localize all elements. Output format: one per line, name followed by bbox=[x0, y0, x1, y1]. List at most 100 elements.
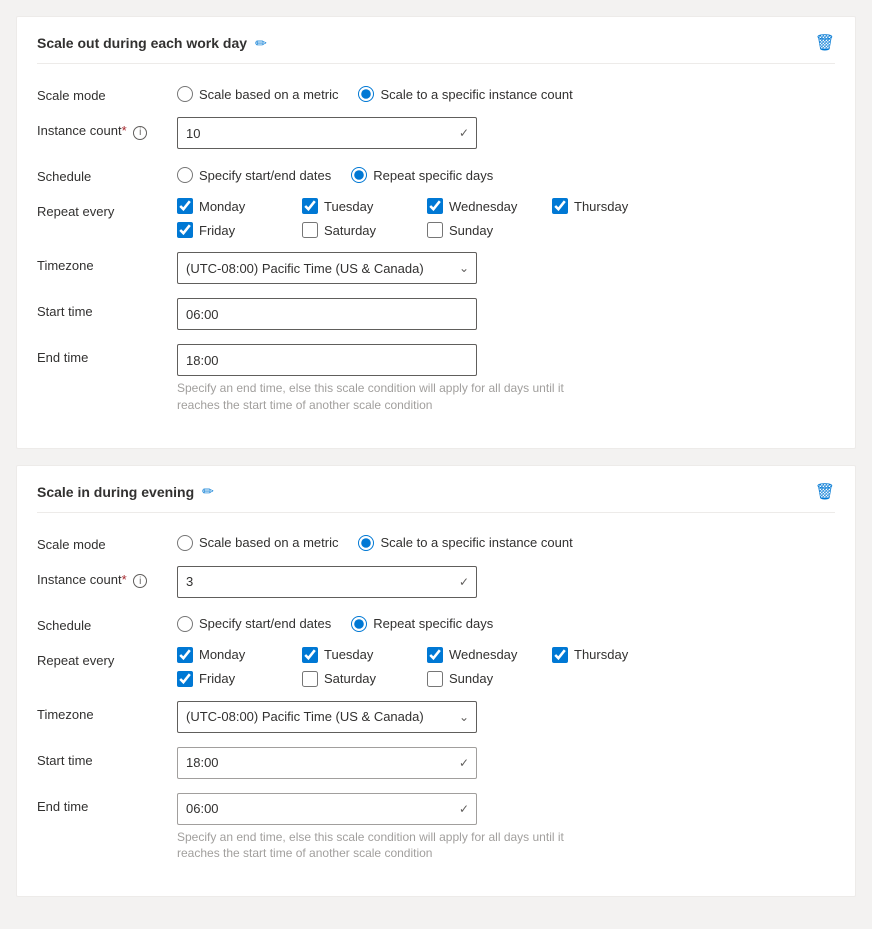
repeat-days-label-2: Repeat specific days bbox=[373, 616, 493, 631]
specify-dates-radio-2[interactable]: Specify start/end dates bbox=[177, 616, 331, 632]
card-title-group-1: Scale out during each work day ✏ bbox=[37, 35, 267, 52]
info-icon-1[interactable]: i bbox=[133, 126, 147, 140]
scale-mode-label-1: Scale mode bbox=[37, 82, 177, 103]
repeat-days-radio-2[interactable]: Repeat specific days bbox=[351, 616, 493, 632]
timezone-label-1: Timezone bbox=[37, 252, 177, 273]
instance-count-select-wrapper-2: 3 ✓ bbox=[177, 566, 477, 598]
start-time-row-2: Start time 18:00 ✓ bbox=[37, 747, 835, 779]
day-tuesday-2[interactable]: Tuesday bbox=[302, 647, 427, 663]
start-time-input-1[interactable] bbox=[177, 298, 477, 330]
scale-instance-radio-2[interactable]: Scale to a specific instance count bbox=[358, 535, 572, 551]
scale-mode-control-2: Scale based on a metric Scale to a speci… bbox=[177, 531, 835, 551]
start-time-label-2: Start time bbox=[37, 747, 177, 768]
start-time-row-1: Start time bbox=[37, 298, 835, 330]
repeat-every-control-1: Monday Tuesday Wednesday Thursday Friday bbox=[177, 198, 835, 238]
day-wednesday-1[interactable]: Wednesday bbox=[427, 198, 552, 214]
timezone-control-1: (UTC-08:00) Pacific Time (US & Canada) ⌄ bbox=[177, 252, 835, 284]
instance-count-row-1: Instance count* i 10 ✓ bbox=[37, 117, 835, 149]
delete-icon-1[interactable]: 🗑 bbox=[815, 33, 835, 53]
day-friday-2[interactable]: Friday bbox=[177, 671, 302, 687]
hint-text-1: Specify an end time, else this scale con… bbox=[177, 380, 577, 414]
timezone-control-2: (UTC-08:00) Pacific Time (US & Canada) ⌄ bbox=[177, 701, 835, 733]
instance-count-label-1: Instance count* i bbox=[37, 117, 177, 140]
end-time-label-1: End time bbox=[37, 344, 177, 365]
days-grid-2: Monday Tuesday Wednesday Thursday Friday bbox=[177, 647, 677, 687]
end-time-control-2: 06:00 ✓ Specify an end time, else this s… bbox=[177, 793, 835, 863]
card-header-2: Scale in during evening ✏ 🗑 bbox=[37, 482, 835, 513]
timezone-select-1[interactable]: (UTC-08:00) Pacific Time (US & Canada) bbox=[177, 252, 477, 284]
timezone-row-2: Timezone (UTC-08:00) Pacific Time (US & … bbox=[37, 701, 835, 733]
end-time-label-2: End time bbox=[37, 793, 177, 814]
delete-icon-2[interactable]: 🗑 bbox=[815, 482, 835, 502]
repeat-every-row-1: Repeat every Monday Tuesday Wednesday Th… bbox=[37, 198, 835, 238]
scale-mode-label-2: Scale mode bbox=[37, 531, 177, 552]
card-title-1: Scale out during each work day bbox=[37, 35, 247, 51]
card-title-group-2: Scale in during evening ✏ bbox=[37, 483, 214, 500]
scale-metric-label-2: Scale based on a metric bbox=[199, 535, 338, 550]
day-wednesday-2[interactable]: Wednesday bbox=[427, 647, 552, 663]
day-saturday-2[interactable]: Saturday bbox=[302, 671, 427, 687]
edit-icon-1[interactable]: ✏ bbox=[255, 35, 267, 52]
instance-count-select-2[interactable]: 3 bbox=[177, 566, 477, 598]
start-time-control-1 bbox=[177, 298, 835, 330]
card-scale-in: Scale in during evening ✏ 🗑 Scale mode S… bbox=[16, 465, 856, 898]
instance-count-select-1[interactable]: 10 bbox=[177, 117, 477, 149]
end-time-select-2[interactable]: 06:00 bbox=[177, 793, 477, 825]
day-friday-1[interactable]: Friday bbox=[177, 222, 302, 238]
specify-dates-label-2: Specify start/end dates bbox=[199, 616, 331, 631]
end-time-input-1[interactable] bbox=[177, 344, 477, 376]
scale-mode-control-1: Scale based on a metric Scale to a speci… bbox=[177, 82, 835, 102]
timezone-label-2: Timezone bbox=[37, 701, 177, 722]
day-saturday-1[interactable]: Saturday bbox=[302, 222, 427, 238]
schedule-label-1: Schedule bbox=[37, 163, 177, 184]
days-grid-1: Monday Tuesday Wednesday Thursday Friday bbox=[177, 198, 677, 238]
end-time-select-wrapper-2: 06:00 ✓ bbox=[177, 793, 477, 825]
repeat-every-control-2: Monday Tuesday Wednesday Thursday Friday bbox=[177, 647, 835, 687]
repeat-days-label-1: Repeat specific days bbox=[373, 168, 493, 183]
day-sunday-2[interactable]: Sunday bbox=[427, 671, 552, 687]
day-tuesday-1[interactable]: Tuesday bbox=[302, 198, 427, 214]
scale-instance-label-1: Scale to a specific instance count bbox=[380, 87, 572, 102]
day-thursday-1[interactable]: Thursday bbox=[552, 198, 677, 214]
scale-instance-label-2: Scale to a specific instance count bbox=[380, 535, 572, 550]
scale-mode-row-1: Scale mode Scale based on a metric Scale… bbox=[37, 82, 835, 103]
end-time-row-2: End time 06:00 ✓ Specify an end time, el… bbox=[37, 793, 835, 863]
hint-text-2: Specify an end time, else this scale con… bbox=[177, 829, 577, 863]
specify-dates-label-1: Specify start/end dates bbox=[199, 168, 331, 183]
instance-count-label-2: Instance count* i bbox=[37, 566, 177, 589]
end-time-row-1: End time Specify an end time, else this … bbox=[37, 344, 835, 414]
scale-metric-label-1: Scale based on a metric bbox=[199, 87, 338, 102]
scale-instance-radio-1[interactable]: Scale to a specific instance count bbox=[358, 86, 572, 102]
info-icon-2[interactable]: i bbox=[133, 574, 147, 588]
instance-count-select-wrapper-1: 10 ✓ bbox=[177, 117, 477, 149]
start-time-select-wrapper-2: 18:00 ✓ bbox=[177, 747, 477, 779]
timezone-select-wrapper-2: (UTC-08:00) Pacific Time (US & Canada) ⌄ bbox=[177, 701, 477, 733]
timezone-row-1: Timezone (UTC-08:00) Pacific Time (US & … bbox=[37, 252, 835, 284]
scale-metric-radio-1[interactable]: Scale based on a metric bbox=[177, 86, 338, 102]
repeat-days-radio-1[interactable]: Repeat specific days bbox=[351, 167, 493, 183]
scale-metric-radio-2[interactable]: Scale based on a metric bbox=[177, 535, 338, 551]
repeat-every-label-1: Repeat every bbox=[37, 198, 177, 219]
schedule-row-2: Schedule Specify start/end dates Repeat … bbox=[37, 612, 835, 633]
schedule-control-1: Specify start/end dates Repeat specific … bbox=[177, 163, 835, 183]
start-time-select-2[interactable]: 18:00 bbox=[177, 747, 477, 779]
scale-mode-row-2: Scale mode Scale based on a metric Scale… bbox=[37, 531, 835, 552]
timezone-select-2[interactable]: (UTC-08:00) Pacific Time (US & Canada) bbox=[177, 701, 477, 733]
start-time-label-1: Start time bbox=[37, 298, 177, 319]
instance-count-control-1: 10 ✓ bbox=[177, 117, 835, 149]
instance-count-control-2: 3 ✓ bbox=[177, 566, 835, 598]
specify-dates-radio-1[interactable]: Specify start/end dates bbox=[177, 167, 331, 183]
start-time-control-2: 18:00 ✓ bbox=[177, 747, 835, 779]
edit-icon-2[interactable]: ✏ bbox=[202, 483, 214, 500]
day-sunday-1[interactable]: Sunday bbox=[427, 222, 552, 238]
day-thursday-2[interactable]: Thursday bbox=[552, 647, 677, 663]
schedule-label-2: Schedule bbox=[37, 612, 177, 633]
day-monday-1[interactable]: Monday bbox=[177, 198, 302, 214]
card-header-1: Scale out during each work day ✏ 🗑 bbox=[37, 33, 835, 64]
instance-count-row-2: Instance count* i 3 ✓ bbox=[37, 566, 835, 598]
card-title-2: Scale in during evening bbox=[37, 484, 194, 500]
timezone-select-wrapper-1: (UTC-08:00) Pacific Time (US & Canada) ⌄ bbox=[177, 252, 477, 284]
repeat-every-row-2: Repeat every Monday Tuesday Wednesday Th… bbox=[37, 647, 835, 687]
day-monday-2[interactable]: Monday bbox=[177, 647, 302, 663]
repeat-every-label-2: Repeat every bbox=[37, 647, 177, 668]
